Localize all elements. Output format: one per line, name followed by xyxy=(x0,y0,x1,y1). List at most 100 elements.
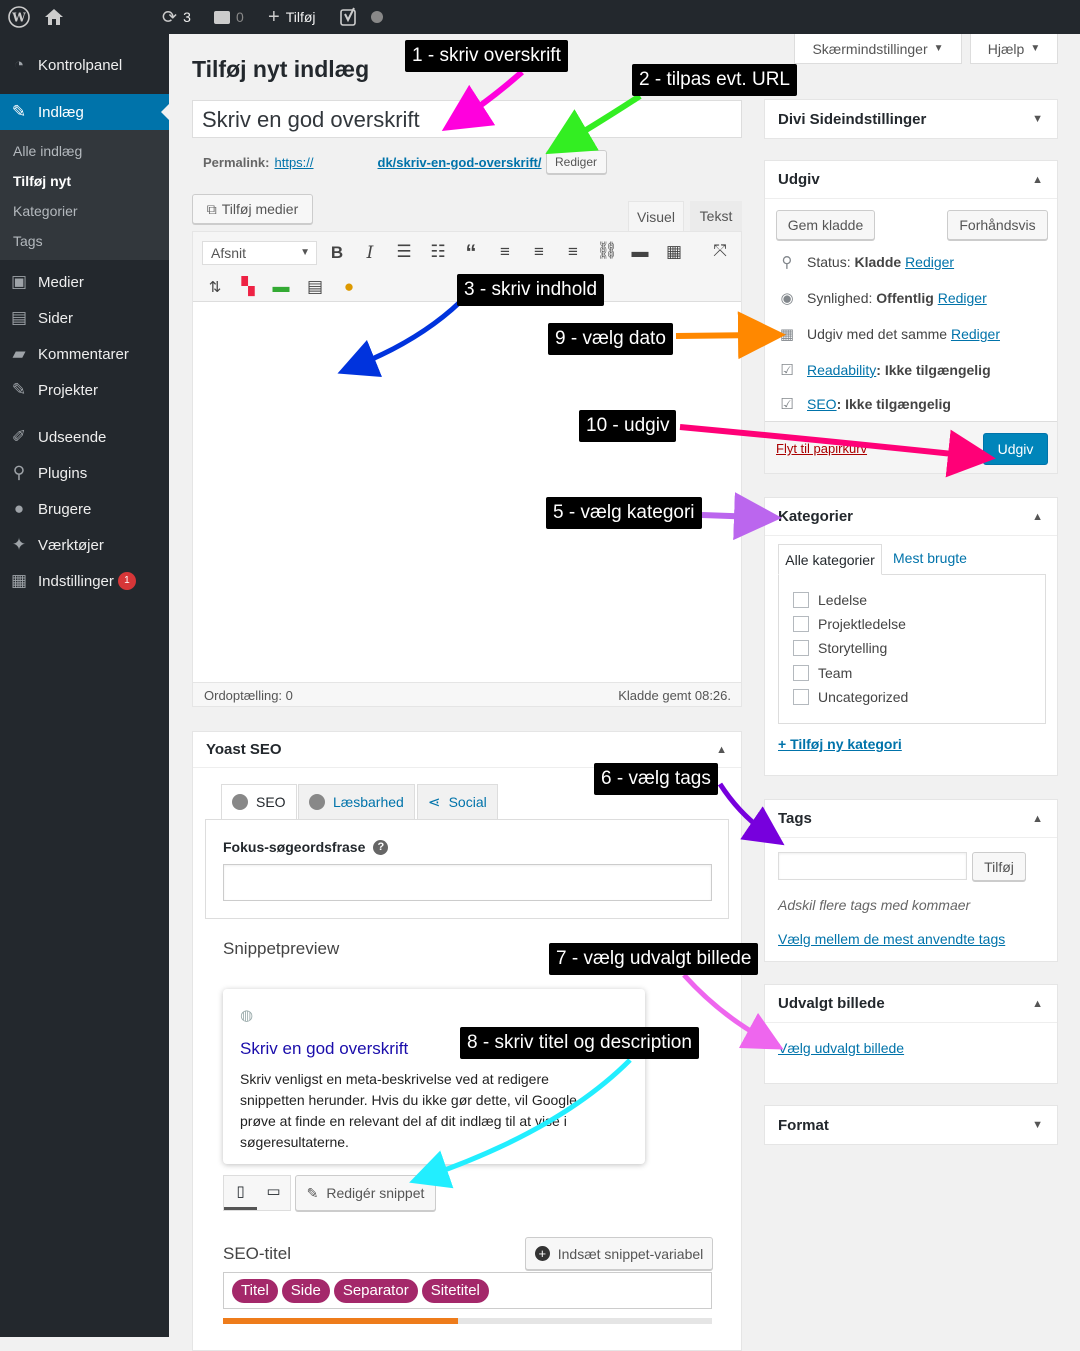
sidebar-item-settings[interactable]: ▦ Indstillinger 1 xyxy=(0,563,169,599)
divi-builder-icon[interactable]: ⇅ xyxy=(203,278,227,296)
snippet-preview-card[interactable]: ◍ Skriv en god overskrift Skriv venligst… xyxy=(223,989,645,1164)
caret-up-icon[interactable]: ▲ xyxy=(1032,511,1043,523)
tags-header[interactable]: Tags ▲ xyxy=(765,800,1057,838)
sidebar-item-media[interactable]: ▣ Medier xyxy=(0,264,169,300)
sidebar-item-pages[interactable]: ▤ Sider xyxy=(0,300,169,336)
insert-snippet-variable-button[interactable]: + Indsæt snippet-variabel xyxy=(525,1237,713,1270)
yoast-tab-readability[interactable]: Læsbarhed xyxy=(298,784,415,820)
sidebar-item-projects[interactable]: ✎ Projekter xyxy=(0,372,169,408)
tab-all-categories[interactable]: Alle kategorier xyxy=(778,544,882,575)
tab-visual[interactable]: Visuel xyxy=(628,201,684,231)
layout-icon[interactable]: ▬ xyxy=(269,277,293,297)
yoast-tab-seo[interactable]: SEO xyxy=(221,784,297,820)
comments-button[interactable]: 0 xyxy=(214,0,244,34)
edit-status-link[interactable]: Rediger xyxy=(905,254,954,270)
home-icon[interactable] xyxy=(44,0,64,34)
publish-button[interactable]: Udgiv xyxy=(983,433,1048,465)
sidebar-item-tools[interactable]: ✦ Værktøjer xyxy=(0,527,169,563)
new-content-button[interactable]: + Tilføj xyxy=(268,0,316,34)
add-tag-button[interactable]: Tilføj xyxy=(972,852,1026,881)
post-title-input[interactable]: Skriv en god overskrift xyxy=(192,100,742,138)
permalink-url-start[interactable]: https:// xyxy=(274,155,313,170)
link-icon[interactable]: ⛓ xyxy=(595,241,619,261)
featured-image-header[interactable]: Udvalgt billede ▲ xyxy=(765,985,1057,1023)
submenu-all-posts[interactable]: Alle indlæg xyxy=(13,143,82,159)
format-box[interactable]: Format ▼ xyxy=(764,1105,1058,1145)
caret-up-icon[interactable]: ▲ xyxy=(1032,174,1043,186)
bold-icon[interactable]: B xyxy=(325,243,349,263)
snippet-variable-pill[interactable]: Side xyxy=(281,1278,330,1303)
align-center-icon[interactable]: ≡ xyxy=(527,242,551,262)
sidebar-item-comments[interactable]: ▰ Kommentarer xyxy=(0,336,169,372)
tab-text[interactable]: Tekst xyxy=(690,201,742,231)
divi-settings-box[interactable]: Divi Sideindstillinger ▼ xyxy=(764,99,1058,139)
publish-header[interactable]: Udgiv ▲ xyxy=(765,161,1057,199)
caret-up-icon[interactable]: ▲ xyxy=(1032,813,1043,825)
bullet-list-icon[interactable]: ☰ xyxy=(392,242,416,262)
shortcodes-icon[interactable]: ▚ xyxy=(236,277,260,297)
snippet-variable-pill[interactable]: Titel xyxy=(232,1278,278,1303)
help-icon[interactable]: ? xyxy=(373,839,389,855)
edit-date-link[interactable]: Rediger xyxy=(951,326,1000,342)
checkbox[interactable] xyxy=(793,665,809,681)
snippet-variable-pill[interactable]: Separator xyxy=(333,1278,418,1303)
caret-up-icon[interactable]: ▲ xyxy=(1032,998,1043,1010)
focus-keyphrase-input[interactable] xyxy=(223,864,712,901)
move-to-trash-link[interactable]: Flyt til papirkurv xyxy=(776,441,867,456)
sidebar-item-appearance[interactable]: ✐ Udseende xyxy=(0,419,169,455)
category-item[interactable]: Storytelling xyxy=(793,640,887,656)
edit-permalink-button[interactable]: Rediger xyxy=(545,150,607,174)
table-icon[interactable]: ▤ xyxy=(303,277,327,297)
readability-link[interactable]: Readability xyxy=(807,362,876,378)
edit-visibility-link[interactable]: Rediger xyxy=(938,290,987,306)
snippet-variable-pill[interactable]: Sitetitel xyxy=(421,1278,489,1303)
wordpress-logo-icon[interactable]: W xyxy=(8,0,30,34)
toolbar-toggle-icon[interactable]: ▦ xyxy=(662,242,686,262)
align-left-icon[interactable]: ≡ xyxy=(493,242,517,262)
desktop-icon[interactable]: ▭ xyxy=(257,1176,290,1210)
numbered-list-icon[interactable]: ☷ xyxy=(426,242,450,262)
add-new-category-link[interactable]: + Tilføj ny kategori xyxy=(778,736,902,752)
seo-title-input[interactable]: Titel Side Separator Sitetitel xyxy=(223,1272,712,1309)
italic-icon[interactable]: I xyxy=(358,243,382,263)
mobile-icon[interactable]: ▯ xyxy=(224,1176,257,1210)
divi-settings-header[interactable]: Divi Sideindstillinger ▼ xyxy=(765,100,1057,138)
help-button[interactable]: Hjælp ▼ xyxy=(970,34,1058,64)
checkbox[interactable] xyxy=(793,640,809,656)
yoast-icon[interactable] xyxy=(340,0,360,34)
category-item[interactable]: Uncategorized xyxy=(793,689,908,705)
tab-most-used[interactable]: Mest brugte xyxy=(893,550,967,566)
set-featured-image-link[interactable]: Vælg udvalgt billede xyxy=(778,1040,904,1056)
checkbox[interactable] xyxy=(793,616,809,632)
sidebar-item-users[interactable]: ● Brugere xyxy=(0,491,169,527)
sidebar-item-plugins[interactable]: ⚲ Plugins xyxy=(0,455,169,491)
category-item[interactable]: Ledelse xyxy=(793,592,867,608)
align-right-icon[interactable]: ≡ xyxy=(561,242,585,262)
category-item[interactable]: Team xyxy=(793,665,852,681)
caret-up-icon[interactable]: ▲ xyxy=(716,744,727,756)
sidebar-item-posts[interactable]: ✎ Indlæg xyxy=(0,94,169,130)
format-select[interactable]: Afsnit ▼ xyxy=(202,241,317,265)
edit-snippet-button[interactable]: ✎ Redigér snippet xyxy=(295,1175,436,1211)
checkbox[interactable] xyxy=(793,592,809,608)
checkbox[interactable] xyxy=(793,689,809,705)
updates-button[interactable]: ⟳ 3 xyxy=(162,0,191,34)
category-item[interactable]: Projektledelse xyxy=(793,616,906,632)
read-more-icon[interactable]: ▬ xyxy=(628,242,652,262)
yoast-tab-social[interactable]: ⋖ Social xyxy=(417,784,498,820)
submenu-categories[interactable]: Kategorier xyxy=(13,203,78,219)
fullscreen-icon[interactable]: ⤧ xyxy=(708,241,732,261)
person-icon[interactable]: ● xyxy=(337,277,361,297)
add-media-button[interactable]: ⧉ Tilføj medier xyxy=(192,194,313,224)
screen-options-button[interactable]: Skærmindstillinger ▼ xyxy=(794,34,962,64)
submenu-add-new[interactable]: Tilføj nyt xyxy=(13,173,71,189)
format-header[interactable]: Format ▼ xyxy=(765,1106,1057,1144)
blockquote-icon[interactable]: “ xyxy=(459,240,483,266)
save-draft-button[interactable]: Gem kladde xyxy=(776,210,875,240)
choose-most-used-tags-link[interactable]: Vælg mellem de mest anvendte tags xyxy=(778,931,1005,947)
sidebar-item-dashboard[interactable]: ◔ Kontrolpanel xyxy=(0,47,169,83)
tag-input[interactable] xyxy=(778,852,967,880)
caret-down-icon[interactable]: ▼ xyxy=(1032,1119,1043,1131)
submenu-tags[interactable]: Tags xyxy=(13,233,43,249)
preview-button[interactable]: Forhåndsvis xyxy=(947,210,1048,240)
